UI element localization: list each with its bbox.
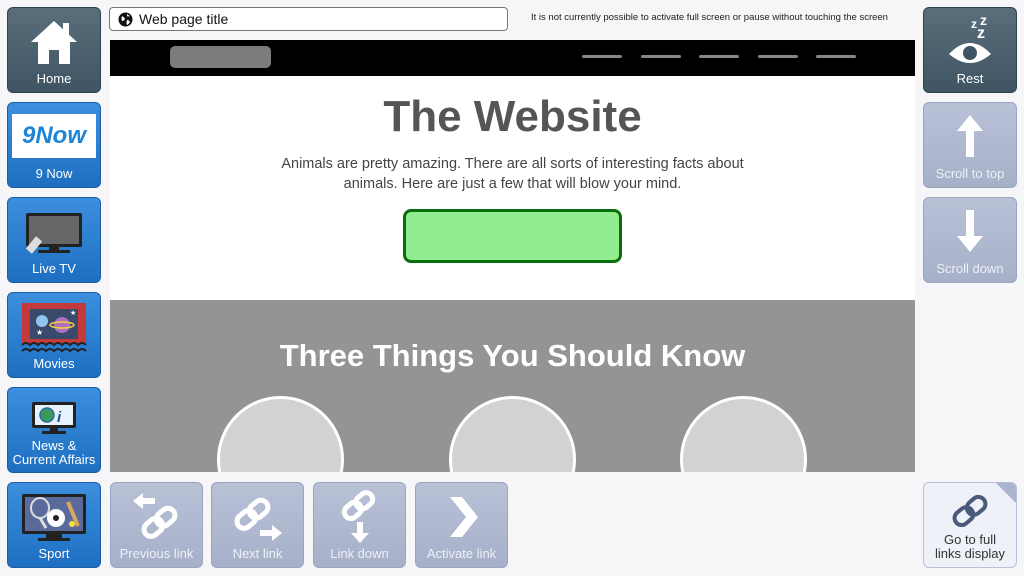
site-nav-link[interactable] <box>641 55 681 58</box>
next-link-button[interactable]: Next link <box>211 482 304 568</box>
site-nav-link[interactable] <box>699 55 739 58</box>
previous-link-button[interactable]: Previous link <box>110 482 203 568</box>
fullscreen-notice: It is not currently possible to activate… <box>531 12 888 23</box>
previous-link-label: Previous link <box>119 546 194 561</box>
news-current-affairs-label: News & Current Affairs <box>12 438 96 467</box>
arrow-up-icon <box>924 113 1016 159</box>
section-title: Three Things You Should Know <box>279 338 746 373</box>
scroll-to-top-label: Scroll to top <box>935 166 1005 181</box>
fact-circle[interactable] <box>449 396 576 472</box>
site-navbar <box>110 40 915 76</box>
svg-text:★: ★ <box>70 309 76 317</box>
page-title-bar: Web page title <box>109 7 508 31</box>
scroll-down-button[interactable]: Scroll down <box>923 197 1017 283</box>
scroll-down-label: Scroll down <box>936 261 1004 276</box>
site-logo-placeholder[interactable] <box>170 46 271 68</box>
site-nav-link[interactable] <box>758 55 798 58</box>
fact-circle[interactable] <box>680 396 807 472</box>
nine-now-logo: 9Now <box>12 114 96 158</box>
facts-section: Three Things You Should Know <box>110 300 915 472</box>
movies-button[interactable]: ★ ★ Movies <box>7 292 101 378</box>
link-down-icon <box>314 489 405 545</box>
activate-link-label: Activate link <box>426 546 497 561</box>
link-down-button[interactable]: Link down <box>313 482 406 568</box>
sport-button[interactable]: Sport <box>7 482 101 568</box>
arrow-down-icon <box>924 208 1016 254</box>
news-current-affairs-button[interactable]: i News & Current Affairs <box>7 387 101 473</box>
full-links-display-button[interactable]: Go to full links display <box>923 482 1017 568</box>
movies-label: Movies <box>33 356 75 371</box>
rest-button[interactable]: z z z Rest <box>923 7 1017 93</box>
sport-label: Sport <box>38 546 70 561</box>
previous-link-icon <box>111 491 202 543</box>
site-nav-link[interactable] <box>816 55 856 58</box>
activate-link-button[interactable]: Activate link <box>415 482 508 568</box>
svg-text:★: ★ <box>36 328 43 337</box>
nine-now-button[interactable]: 9Now 9 Now <box>7 102 101 188</box>
chevron-right-icon <box>416 495 507 539</box>
site-title: The Website <box>383 92 642 141</box>
svg-text:z: z <box>977 25 985 42</box>
full-links-label: Go to full links display <box>934 532 1006 561</box>
home-icon <box>8 18 100 66</box>
sport-tv-icon <box>8 492 100 544</box>
page-title-text: Web page title <box>139 11 229 27</box>
television-icon <box>8 211 100 255</box>
site-intro-text: Animals are pretty amazing. There are al… <box>281 156 744 192</box>
news-tv-icon: i <box>8 400 100 436</box>
rest-eye-icon: z z z <box>924 14 1016 68</box>
site-cta-button[interactable] <box>403 209 622 263</box>
site-nav-link[interactable] <box>582 55 622 58</box>
web-viewport[interactable]: The Website Animals are pretty amazing. … <box>110 40 915 472</box>
next-link-label: Next link <box>232 546 283 561</box>
next-link-icon <box>212 491 303 543</box>
home-label: Home <box>36 71 72 86</box>
live-tv-label: Live TV <box>32 261 76 276</box>
live-tv-button[interactable]: Live TV <box>7 197 101 283</box>
link-down-label: Link down <box>330 546 389 561</box>
rest-label: Rest <box>956 71 984 86</box>
nine-now-label: 9 Now <box>35 166 73 181</box>
movie-theatre-icon: ★ ★ <box>8 301 100 353</box>
fact-circle[interactable] <box>217 396 344 472</box>
home-button[interactable]: Home <box>7 7 101 93</box>
chain-link-icon <box>924 493 1016 529</box>
scroll-to-top-button[interactable]: Scroll to top <box>923 102 1017 188</box>
globe-icon <box>118 12 133 27</box>
